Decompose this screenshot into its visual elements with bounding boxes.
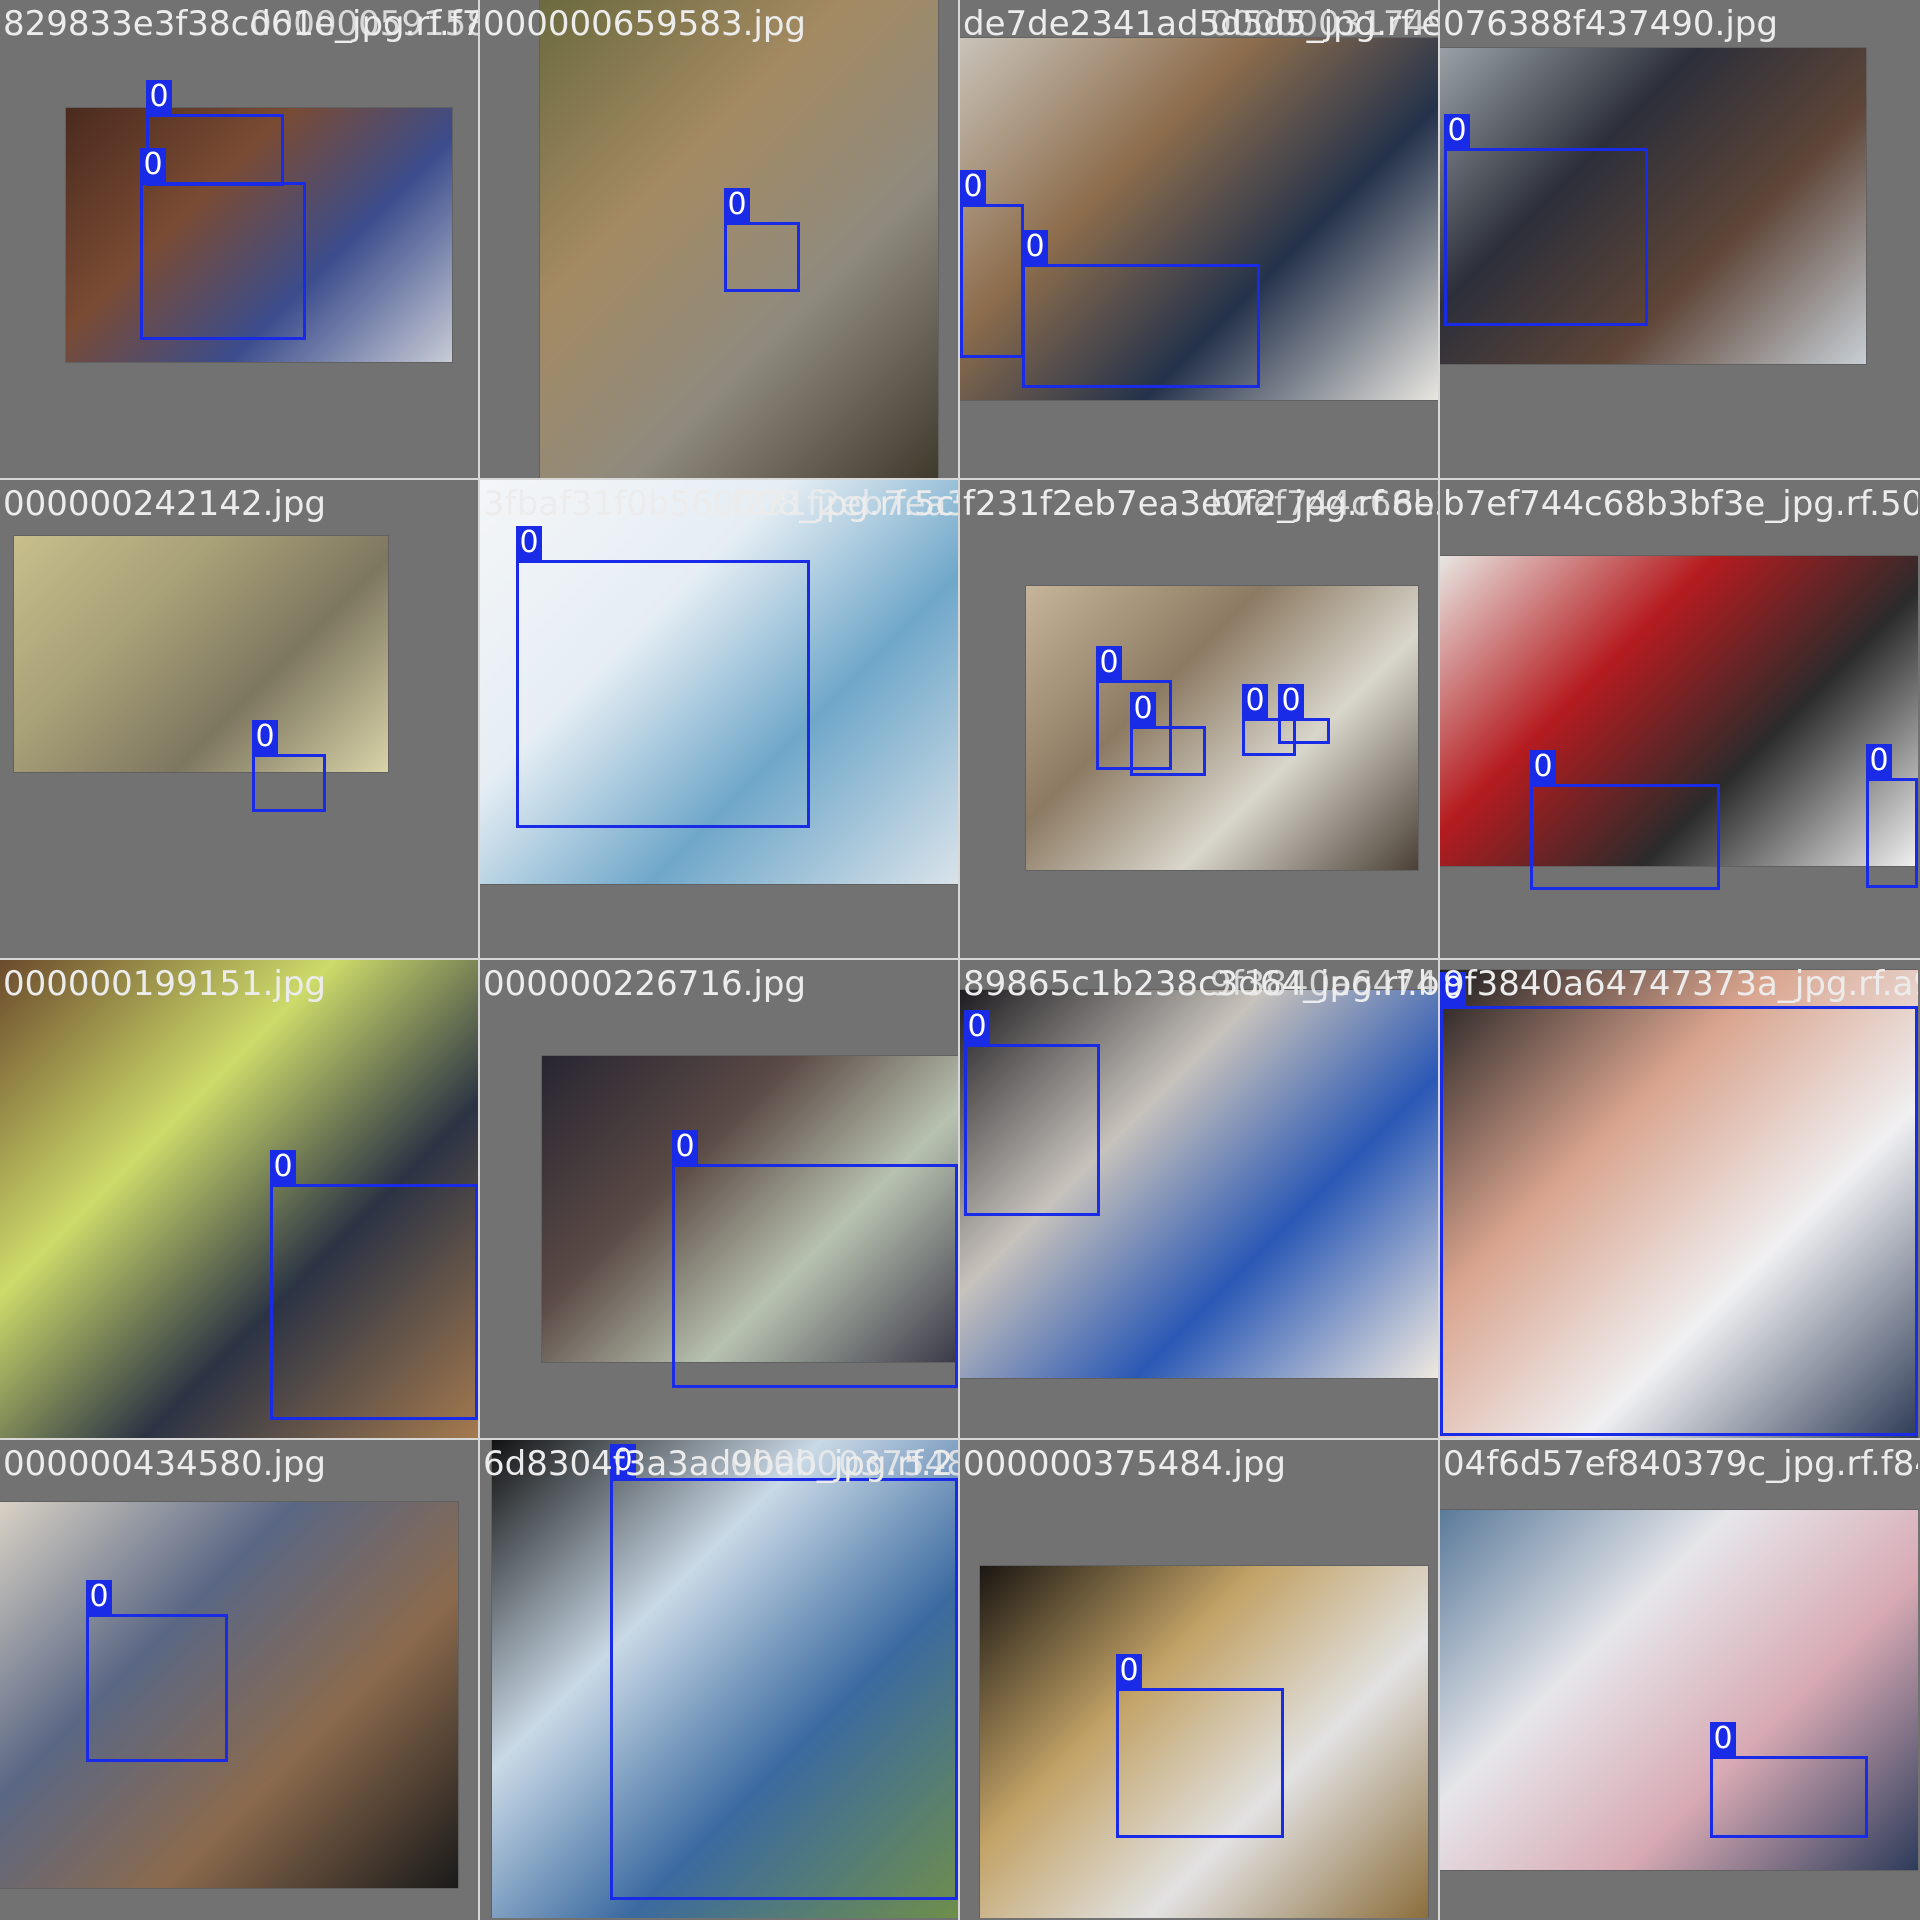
class-label: 0 [146, 80, 172, 114]
class-label: 0 [516, 526, 542, 560]
image-tile: 06d8304f3a3ad9bab_jpg.rf.2000000375484.j… [480, 1440, 958, 1918]
class-label: 0 [1278, 684, 1304, 718]
filename-label: 04f6d57ef840379c_jpg.rf.f84 [1443, 1444, 1918, 1484]
filename-label: 000000242142.jpg [3, 484, 326, 524]
detection-box [1116, 1688, 1284, 1838]
class-label: 0 [1710, 1722, 1736, 1756]
detection-box [1440, 1006, 1918, 1436]
photo [14, 536, 388, 772]
detection-box [140, 182, 306, 340]
class-label: 0 [86, 1580, 112, 1614]
grid-divider [1438, 0, 1440, 1920]
filename-label: 000000659583.jpg [483, 4, 806, 44]
filename-overlap-label: 000000375484.jpg [730, 1444, 958, 1484]
detection-box [724, 222, 800, 292]
detection-box [1278, 718, 1330, 744]
image-tile: 00de7de2341ad5d5d5_jpg.rf.e000000317490.… [960, 0, 1438, 478]
detection-box [146, 114, 284, 186]
class-label: 0 [1866, 744, 1892, 778]
image-tile: 089865c1b238c3d64_jpg.rf.b9f3840a6474737… [960, 960, 1438, 1438]
filename-overlap-label: f231f2eb7ea3e0f2_jpg.rf.6e5 [730, 484, 958, 524]
filename-label: 000000434580.jpg [3, 1444, 326, 1484]
filename-label: 000000199151.jpg [3, 964, 326, 1004]
filename-overlap-label: 000000317490.jpg [1210, 4, 1438, 44]
image-tile: 0 0 b7ef744c68b3bf3e_jpg.rf.50 [1440, 480, 1918, 958]
filename-label: 076388f437490.jpg [1443, 4, 1778, 44]
image-tile: 0 000000226716.jpg [480, 960, 958, 1438]
class-label: 0 [1022, 230, 1048, 264]
detection-box [672, 1164, 958, 1388]
detection-box [610, 1478, 958, 1900]
image-tile: 0 000000199151.jpg [0, 960, 478, 1438]
class-label: 0 [1130, 692, 1156, 726]
class-label: 0 [724, 188, 750, 222]
image-tile: 00829833e3f38cd61e_jpg.rf.f7000000591583… [0, 0, 478, 478]
class-label: 0 [964, 1010, 990, 1044]
image-tile: 0 000000659583.jpg [480, 0, 958, 478]
class-label: 0 [1530, 750, 1556, 784]
class-label: 0 [270, 1150, 296, 1184]
image-tile: 0 076388f437490.jpg [1440, 0, 1918, 478]
class-label: 0 [1444, 114, 1470, 148]
mosaic-grid: 00829833e3f38cd61e_jpg.rf.f7000000591583… [0, 0, 1920, 1920]
detection-box [1444, 148, 1648, 326]
class-label: 0 [140, 148, 166, 182]
class-label: 0 [960, 170, 986, 204]
photo [0, 1502, 458, 1888]
detection-box [964, 1044, 1100, 1216]
class-label: 0 [1242, 684, 1268, 718]
class-label: 0 [1116, 1654, 1142, 1688]
image-tile: 0 0 0 0 f231f2eb7ea3e0f2_jpg.rf.6e5 b7ef744c6… [960, 480, 1438, 958]
filename-overlap-label: 000000591583.jpg [250, 4, 478, 44]
class-label: 0 [1096, 646, 1122, 680]
detection-box [1530, 784, 1720, 890]
image-tile: 0 9f3840a64747373a_jpg.rf.a9 [1440, 960, 1918, 1438]
detection-box [252, 754, 326, 812]
filename-overlap-label: b7ef744c68b3bf3e_jpg.rf.50 [1210, 484, 1438, 524]
detection-box [516, 560, 810, 828]
detection-box [1710, 1756, 1868, 1838]
detection-box [1866, 778, 1918, 888]
image-tile: 0 000000242142.jpg [0, 480, 478, 958]
detection-box [1022, 264, 1260, 388]
filename-overlap-label: 9f3840a64747373a_jpg.rf.a9 [1210, 964, 1438, 1004]
filename-label: 9f3840a64747373a_jpg.rf.a9 [1443, 964, 1918, 1004]
detection-box [270, 1184, 478, 1420]
image-tile: 0 000000434580.jpg [0, 1440, 478, 1918]
image-tile: 0 04f6d57ef840379c_jpg.rf.f84 [1440, 1440, 1918, 1918]
photo [1026, 586, 1418, 870]
detection-box [960, 204, 1024, 358]
grid-divider [958, 0, 960, 1920]
image-tile: 0 3fbaf31f0b560008_jpg.rf.5c9 f231f2eb7ea3… [480, 480, 958, 958]
class-label: 0 [252, 720, 278, 754]
grid-divider [0, 958, 1920, 960]
detection-box [1130, 726, 1206, 776]
detection-box [86, 1614, 228, 1762]
class-label: 0 [672, 1130, 698, 1164]
image-tile: 0 000000375484.jpg [960, 1440, 1438, 1918]
filename-label: 000000375484.jpg [963, 1444, 1286, 1484]
filename-label: b7ef744c68b3bf3e_jpg.rf.50 [1443, 484, 1918, 524]
filename-label: 000000226716.jpg [483, 964, 806, 1004]
grid-divider [0, 478, 1920, 480]
grid-divider [478, 0, 480, 1920]
grid-divider [0, 1438, 1920, 1440]
